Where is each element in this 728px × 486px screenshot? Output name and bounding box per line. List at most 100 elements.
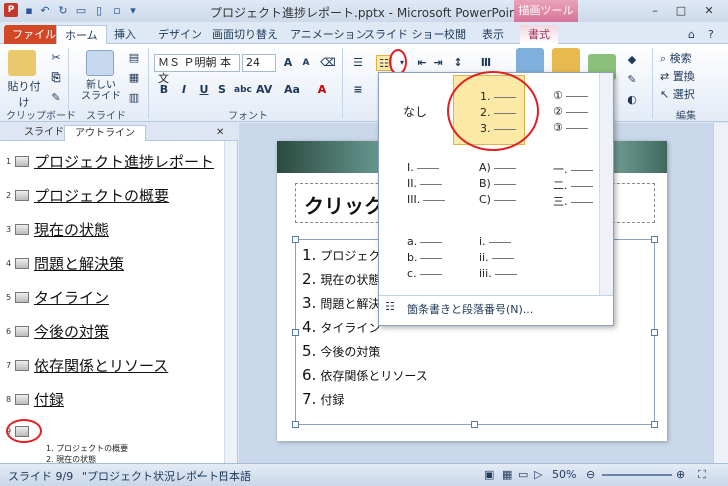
list-item[interactable]: 4. タイライン — [302, 318, 380, 336]
strikethrough-icon[interactable]: abc — [234, 82, 252, 98]
slideshow-view-icon[interactable]: ▷ — [534, 468, 542, 481]
text-direction-icon[interactable]: Ⅲ — [478, 55, 494, 71]
tab-design[interactable]: デザイン — [150, 25, 210, 44]
numbering-option-none[interactable]: なし — [381, 75, 453, 145]
format-painter-icon[interactable]: ✎ — [48, 90, 64, 106]
outline-item[interactable]: 1 プロジェクト進捗レポート — [6, 149, 214, 173]
redo-icon[interactable]: ↻ — [56, 4, 70, 18]
reset-icon[interactable]: ▦ — [126, 70, 142, 86]
help-icon[interactable]: ? — [700, 25, 722, 44]
copy-icon[interactable]: ⎘ — [48, 70, 64, 86]
font-color-icon[interactable]: A — [314, 82, 330, 98]
outline-scrollbar[interactable] — [224, 141, 237, 463]
zoom-out-icon[interactable]: ⊖ — [586, 468, 595, 481]
spell-check-icon[interactable]: ✓ — [196, 468, 205, 481]
outline-item[interactable]: 2 プロジェクトの概要 — [6, 183, 169, 207]
italic-icon[interactable]: I — [176, 82, 192, 98]
outline-item[interactable]: 8 付録 — [6, 387, 64, 411]
bold-icon[interactable]: B — [156, 82, 172, 98]
list-item[interactable]: 7. 付録 — [302, 390, 344, 408]
align-left-icon[interactable]: ≡ — [350, 82, 366, 98]
maximize-button[interactable]: □ — [670, 3, 692, 19]
slide-title[interactable]: クリック — [304, 190, 384, 219]
tab-view[interactable]: 表示 — [474, 25, 512, 44]
zoom-level[interactable]: 50% — [552, 468, 576, 481]
resize-handle[interactable] — [292, 236, 299, 243]
reading-view-icon[interactable]: ▭ — [518, 468, 528, 481]
tab-insert[interactable]: 挿入 — [106, 25, 144, 44]
font-name-field[interactable]: ＭＳ Ｐ明朝 本文 — [154, 54, 240, 85]
list-item[interactable]: 6. 依存関係とリソース — [302, 366, 428, 384]
shape-outline-icon[interactable]: ✎ — [624, 72, 640, 88]
outline-item-text[interactable]: 問題と解決策 — [34, 253, 124, 274]
new-icon[interactable]: ▫ — [110, 4, 124, 18]
tab-transitions[interactable]: 画面切り替え — [204, 25, 286, 44]
grow-font-icon[interactable]: A — [280, 55, 296, 71]
numbering-option-alpha-paren[interactable]: A) B) C) — [453, 149, 525, 219]
zoom-slider[interactable] — [602, 474, 672, 476]
open-icon[interactable]: ▭ — [74, 4, 88, 18]
print-preview-icon[interactable]: ▯ — [92, 4, 106, 18]
outline-item[interactable]: 3 現在の状態 — [6, 217, 109, 241]
tab-file[interactable]: ファイル — [4, 25, 64, 44]
language-indicator[interactable]: 日本語 — [218, 468, 251, 484]
outline-item-text[interactable]: プロジェクト進捗レポート — [34, 151, 214, 172]
numbering-option-alpha-lower[interactable]: a. b. c. — [381, 223, 453, 293]
undo-icon[interactable]: ↶ — [38, 4, 52, 18]
decrease-indent-icon[interactable]: ⇤ — [414, 55, 430, 71]
numbering-option-roman-upper[interactable]: I. II. III. — [381, 149, 453, 219]
numbering-option-roman-lower[interactable]: i. ii. iii. — [453, 223, 525, 293]
resize-handle[interactable] — [651, 236, 658, 243]
numbering-option-kanji[interactable]: 一. 二. 三. — [527, 149, 599, 219]
outline-item[interactable]: 4 問題と解決策 — [6, 251, 124, 275]
minimize-button[interactable]: – — [644, 3, 666, 19]
line-spacing-icon[interactable]: ↕ — [450, 55, 466, 71]
increase-indent-icon[interactable]: ⇥ — [430, 55, 446, 71]
fit-window-icon[interactable]: ⛶ — [698, 468, 706, 482]
outline-item-text[interactable]: 依存関係とリソース — [34, 355, 168, 376]
find-button[interactable]: ⌕ 検索 — [660, 50, 692, 66]
close-button[interactable]: ✕ — [698, 3, 720, 19]
tab-review[interactable]: 校閲 — [436, 25, 474, 44]
new-slide-icon[interactable] — [86, 50, 114, 76]
customize-qat-icon[interactable]: ▾ — [126, 4, 140, 18]
outline-item[interactable]: 5 タイライン — [6, 285, 109, 309]
resize-handle[interactable] — [651, 329, 658, 336]
shrink-font-icon[interactable]: A — [298, 55, 314, 71]
list-item[interactable]: 5. 今後の対策 — [302, 342, 380, 360]
resize-handle[interactable] — [651, 421, 658, 428]
powerpoint-app-icon[interactable]: P — [4, 3, 18, 17]
paste-icon[interactable] — [8, 50, 36, 76]
list-item[interactable]: 1. プロジェク — [302, 246, 380, 264]
slide-sorter-icon[interactable]: ▦ — [502, 468, 512, 481]
paste-button[interactable]: 貼り付け — [4, 78, 44, 110]
select-button[interactable]: ↖ 選択 — [660, 86, 695, 102]
resize-handle[interactable] — [292, 421, 299, 428]
resize-handle[interactable] — [471, 421, 478, 428]
save-icon[interactable]: ▪ — [22, 4, 36, 18]
replace-button[interactable]: ⇄ 置換 — [660, 68, 695, 84]
shadow-icon[interactable]: S — [214, 82, 230, 98]
tab-outline-pane[interactable]: アウトライン — [64, 125, 146, 141]
outline-item-text[interactable]: 現在の状態 — [34, 219, 109, 240]
zoom-in-icon[interactable]: ⊕ — [676, 468, 685, 481]
outline-item-text[interactable]: 付録 — [34, 389, 64, 410]
clear-format-icon[interactable]: ⌫ — [320, 55, 336, 71]
change-case-icon[interactable]: Aa — [284, 82, 300, 98]
underline-icon[interactable]: U — [196, 82, 212, 98]
close-pane-icon[interactable]: ✕ — [216, 125, 224, 141]
tab-format[interactable]: 書式 — [520, 25, 558, 44]
resize-handle[interactable] — [292, 329, 299, 336]
char-spacing-icon[interactable]: AV — [256, 82, 272, 98]
list-item[interactable]: 2. 現在の状態 — [302, 270, 380, 288]
bullets-icon[interactable]: ☰ — [350, 55, 366, 71]
outline-subitem[interactable]: 1. プロジェクトの概要 — [46, 443, 128, 454]
slide-scrollbar[interactable] — [713, 123, 728, 463]
list-item[interactable]: 3. 問題と解決 — [302, 294, 380, 312]
outline-item-text[interactable]: プロジェクトの概要 — [34, 185, 169, 206]
outline-item[interactable]: 6 今後の対策 — [6, 319, 109, 343]
normal-view-icon[interactable]: ▣ — [484, 468, 494, 481]
gallery-scrollbar[interactable] — [599, 73, 613, 295]
shape-effects-icon[interactable]: ◐ — [624, 92, 640, 108]
layout-icon[interactable]: ▤ — [126, 50, 142, 66]
